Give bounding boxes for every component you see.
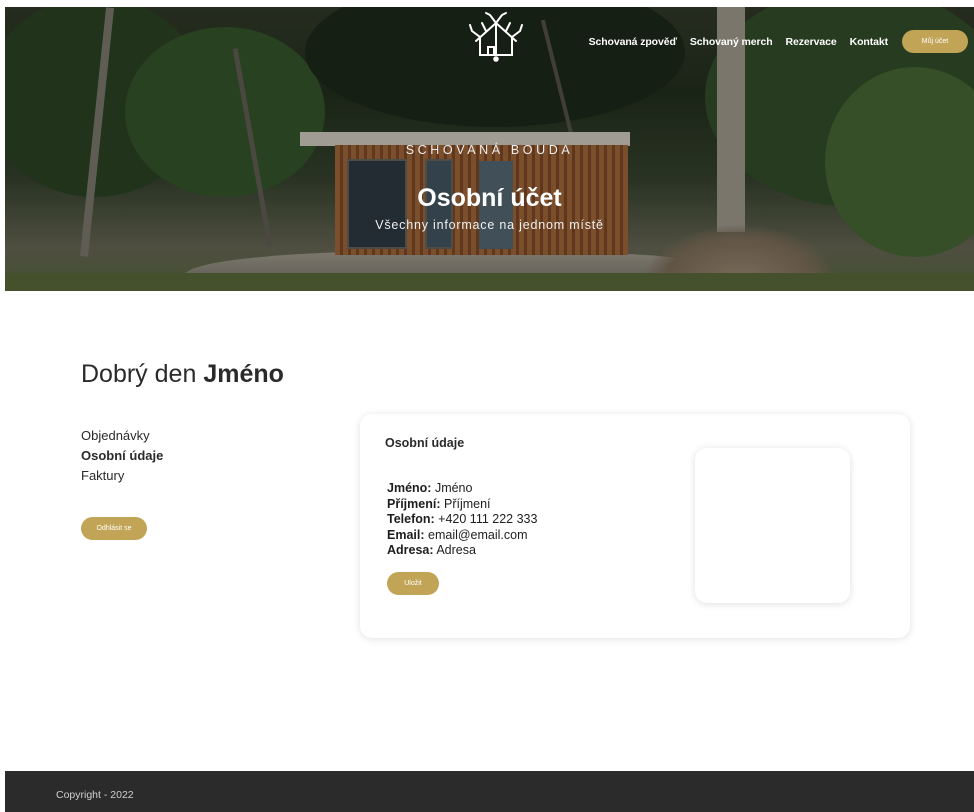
field-jmeno: Jméno: Jméno	[387, 481, 537, 497]
menu-item-faktury[interactable]: Faktury	[81, 466, 163, 486]
field-value: Příjmení	[443, 496, 491, 511]
card-title: Osobní údaje	[385, 436, 465, 450]
nav-link-kontakt[interactable]: Kontakt	[850, 36, 888, 48]
field-value: Jméno	[434, 481, 473, 495]
my-account-button[interactable]: Můj účet	[902, 30, 968, 53]
field-value: email@email.com	[428, 527, 528, 542]
field-prijmeni: Příjmení: Příjmení	[387, 497, 537, 513]
greeting-prefix: Dobrý den	[81, 360, 197, 388]
profile-photo-box[interactable]	[695, 448, 850, 603]
greeting-name: Jméno	[203, 360, 284, 388]
footer: Copyright - 2022	[5, 771, 974, 812]
menu-item-objednavky[interactable]: Objednávky	[81, 426, 163, 446]
field-label: Jméno:	[387, 481, 432, 495]
main-nav: Schovaná zpověď Schovaný merch Rezervace…	[589, 30, 974, 53]
field-value: Adresa	[436, 543, 476, 557]
menu-item-osobni-udaje[interactable]: Osobní údaje	[81, 446, 163, 466]
hero-tagline: Všechny informace na jednom místě	[375, 218, 604, 232]
field-label: Adresa:	[387, 543, 434, 557]
field-telefon: Telefon: +420 111 222 333	[387, 512, 537, 528]
logout-button[interactable]: Odhlásit se	[81, 517, 147, 540]
save-button[interactable]: Uložit	[387, 572, 439, 595]
hero-title: Osobní účet	[417, 184, 562, 212]
nav-link-zpoved[interactable]: Schovaná zpověď	[589, 36, 677, 48]
field-label: Telefon:	[387, 512, 435, 526]
nav-link-rezervace[interactable]: Rezervace	[786, 36, 837, 48]
field-email: Email: email@email.com	[387, 528, 537, 544]
personal-info-card: Osobní údaje Jméno: Jméno Příjmení: Příj…	[360, 414, 910, 638]
hero-banner: Schovaná zpověď Schovaný merch Rezervace…	[5, 7, 974, 291]
nav-link-merch[interactable]: Schovaný merch	[690, 36, 773, 48]
field-label: Email:	[387, 527, 425, 542]
field-value: +420 111 222 333	[438, 512, 538, 526]
account-menu: Objednávky Osobní údaje Faktury	[81, 426, 163, 486]
hero-subtitle: SCHOVANÁ BOUDA	[405, 143, 574, 157]
copyright-text: Copyright - 2022	[56, 789, 134, 801]
personal-fields: Jméno: Jméno Příjmení: Příjmení Telefon:…	[387, 481, 537, 559]
field-adresa: Adresa: Adresa	[387, 543, 537, 559]
greeting-heading: Dobrý den Jméno	[81, 360, 284, 389]
tree-house-logo-icon[interactable]	[468, 11, 524, 63]
field-label: Příjmení:	[387, 496, 441, 511]
